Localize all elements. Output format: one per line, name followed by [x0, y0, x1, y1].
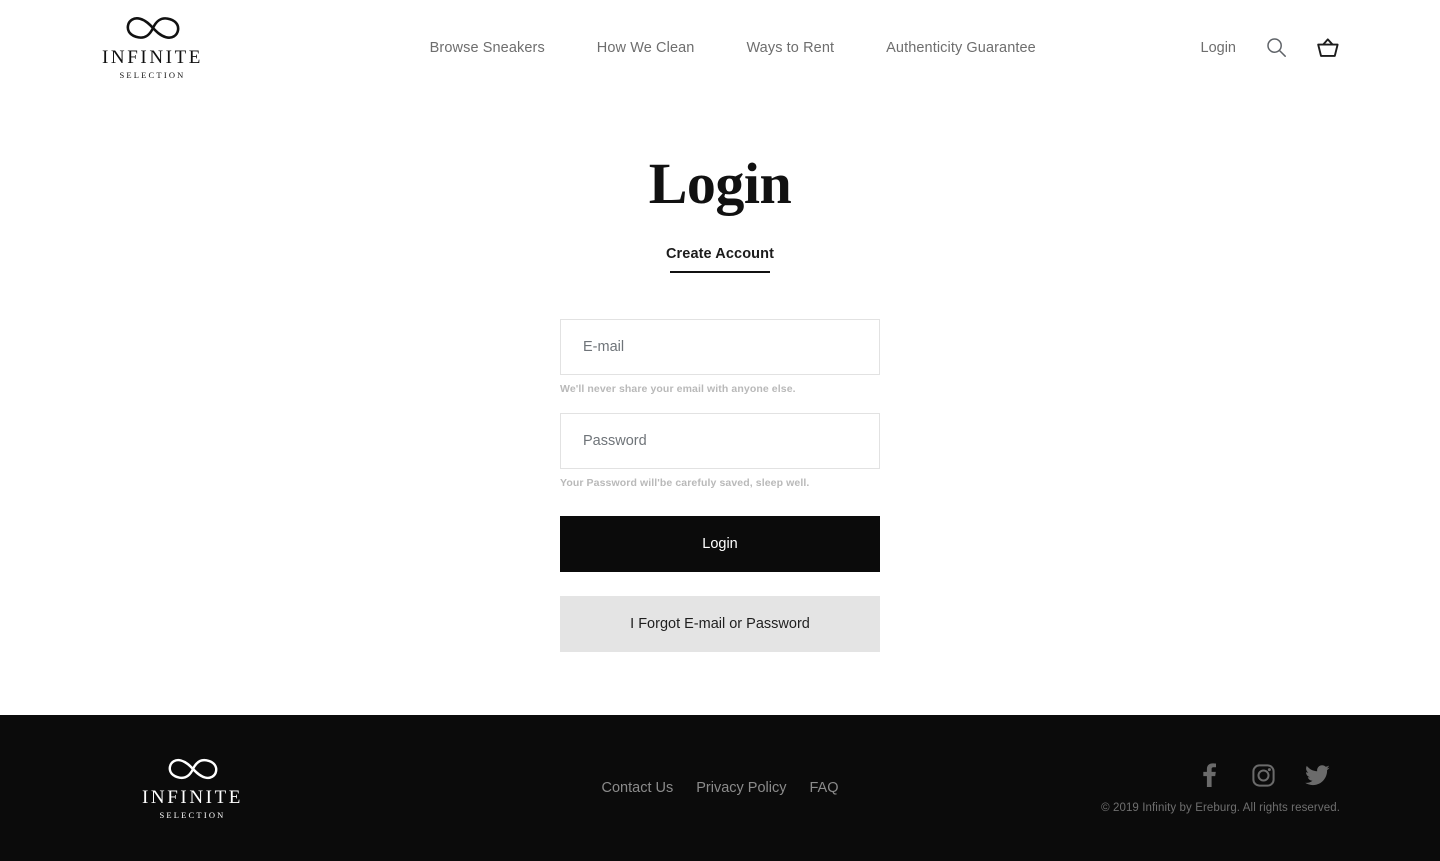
infinity-logo-icon [125, 15, 181, 46]
password-field-group: Your Password will'be carefuly saved, sl… [560, 413, 880, 489]
header-login-link[interactable]: Login [1201, 40, 1236, 56]
search-icon[interactable] [1264, 36, 1288, 60]
nav-item-how-we-clean[interactable]: How We Clean [597, 40, 695, 56]
footer-right-section: © 2019 Infinity by Ereburg. All rights r… [1101, 762, 1340, 814]
page-title: Login [648, 151, 792, 216]
primary-nav: Browse Sneakers How We Clean Ways to Ren… [265, 40, 1201, 56]
site-header: INFINITE SELECTION Browse Sneakers How W… [0, 0, 1440, 95]
footer-logo[interactable]: INFINITE SELECTION [140, 757, 245, 820]
infinity-logo-icon [167, 757, 219, 786]
create-account-section: Create Account [666, 246, 774, 273]
footer-logo-subtitle: SELECTION [159, 809, 226, 820]
email-field-group: We'll never share your email with anyone… [560, 319, 880, 395]
create-account-underline [670, 271, 770, 273]
login-form: We'll never share your email with anyone… [560, 319, 880, 652]
password-helper-text: Your Password will'be carefuly saved, sl… [560, 477, 810, 489]
footer-nav: Contact Us Privacy Policy FAQ [602, 780, 839, 796]
nav-item-browse-sneakers[interactable]: Browse Sneakers [430, 40, 545, 56]
header-logo[interactable]: INFINITE SELECTION [100, 15, 205, 80]
login-page-main: Login Create Account We'll never share y… [0, 95, 1440, 715]
social-links [1196, 762, 1330, 788]
nav-item-ways-to-rent[interactable]: Ways to Rent [746, 40, 834, 56]
footer-link-contact-us[interactable]: Contact Us [602, 780, 674, 796]
footer-logo-name: INFINITE [141, 786, 243, 808]
footer-link-privacy-policy[interactable]: Privacy Policy [696, 780, 786, 796]
create-account-link[interactable]: Create Account [666, 246, 774, 262]
basket-icon[interactable] [1316, 36, 1340, 60]
copyright-text: © 2019 Infinity by Ereburg. All rights r… [1101, 802, 1340, 814]
twitter-icon[interactable] [1304, 762, 1330, 788]
site-footer: INFINITE SELECTION Contact Us Privacy Po… [0, 715, 1440, 861]
footer-link-faq[interactable]: FAQ [809, 780, 838, 796]
email-field[interactable] [560, 319, 880, 375]
password-field[interactable] [560, 413, 880, 469]
header-logo-subtitle: SELECTION [119, 70, 186, 81]
instagram-icon[interactable] [1250, 762, 1276, 788]
login-submit-button[interactable]: Login [560, 516, 880, 572]
header-logo-name: INFINITE [101, 47, 203, 69]
header-actions: Login [1201, 36, 1340, 60]
facebook-icon[interactable] [1196, 762, 1222, 788]
nav-item-authenticity-guarantee[interactable]: Authenticity Guarantee [886, 40, 1036, 56]
forgot-credentials-button[interactable]: I Forgot E-mail or Password [560, 596, 880, 652]
email-helper-text: We'll never share your email with anyone… [560, 383, 796, 395]
